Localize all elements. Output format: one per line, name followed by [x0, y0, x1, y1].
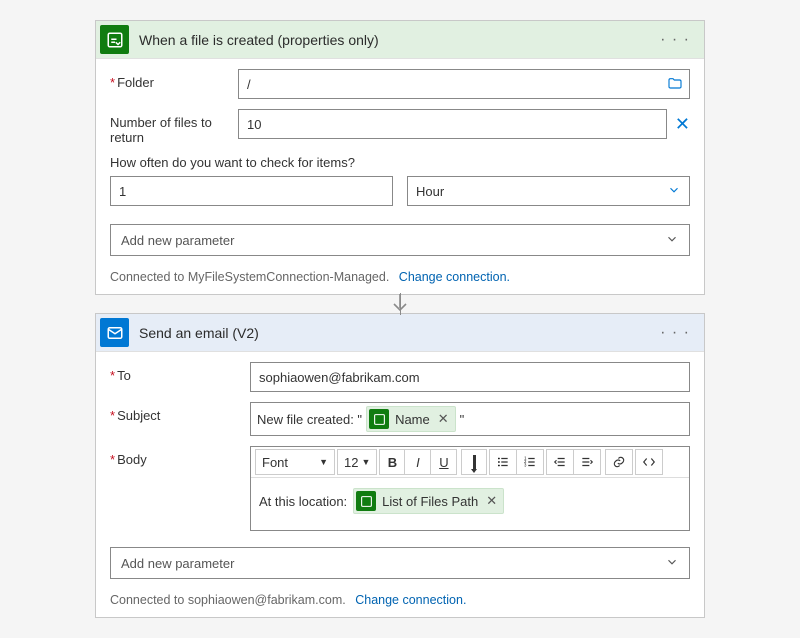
- outdent-button[interactable]: [546, 449, 574, 475]
- trigger-footer: Connected to MyFileSystemConnection-Mana…: [96, 264, 704, 294]
- folder-input[interactable]: [238, 69, 690, 99]
- token-list-of-files-path[interactable]: List of Files Path ✕: [353, 488, 504, 514]
- font-select[interactable]: Font▼: [255, 449, 335, 475]
- action-header: Send an email (V2) · · ·: [96, 314, 704, 352]
- action-add-parameter[interactable]: Add new parameter: [110, 547, 690, 579]
- trigger-card: When a file is created (properties only)…: [95, 20, 705, 295]
- folder-picker-icon[interactable]: [666, 75, 684, 93]
- trigger-change-connection-link[interactable]: Change connection.: [399, 270, 510, 284]
- subject-input[interactable]: New file created: " Name ✕ ": [250, 402, 690, 436]
- trigger-add-parameter[interactable]: Add new parameter: [110, 224, 690, 256]
- link-button[interactable]: [605, 449, 633, 475]
- code-view-button[interactable]: [635, 449, 663, 475]
- action-change-connection-link[interactable]: Change connection.: [355, 593, 466, 607]
- action-title: Send an email (V2): [139, 325, 656, 341]
- chevron-down-icon: [665, 232, 679, 249]
- indent-button[interactable]: [574, 449, 601, 475]
- underline-button[interactable]: U: [431, 449, 457, 475]
- remove-token-icon[interactable]: ✕: [438, 411, 449, 427]
- highlight-button[interactable]: [461, 449, 487, 475]
- action-menu-button[interactable]: · · ·: [656, 324, 694, 342]
- chevron-down-icon: [667, 183, 681, 200]
- filesystem-icon: [369, 409, 389, 429]
- to-label: *To: [110, 362, 250, 383]
- rte-toolbar: Font▼ 12▼ B I U: [251, 447, 689, 478]
- clear-numfiles-button[interactable]: ✕: [675, 115, 690, 133]
- flow-arrow: [95, 295, 705, 313]
- number-list-button[interactable]: 123: [517, 449, 544, 475]
- chevron-down-icon: [665, 555, 679, 572]
- filesystem-icon: [356, 491, 376, 511]
- trigger-title: When a file is created (properties only): [139, 32, 656, 48]
- numfiles-label: Number of files to return: [110, 109, 238, 145]
- to-input[interactable]: [250, 362, 690, 392]
- body-editor[interactable]: Font▼ 12▼ B I U: [250, 446, 690, 531]
- body-label: *Body: [110, 446, 250, 467]
- bullet-list-button[interactable]: [489, 449, 517, 475]
- action-footer: Connected to sophiaowen@fabrikam.com. Ch…: [96, 587, 704, 617]
- folder-label: *Folder: [110, 69, 238, 90]
- remove-token-icon[interactable]: ✕: [486, 493, 497, 509]
- subject-label: *Subject: [110, 402, 250, 423]
- svg-text:3: 3: [525, 463, 528, 468]
- filesystem-icon: [100, 25, 129, 54]
- italic-button[interactable]: I: [405, 449, 431, 475]
- trigger-menu-button[interactable]: · · ·: [656, 31, 694, 49]
- unit-value: Hour: [416, 184, 444, 199]
- body-content[interactable]: At this location: List of Files Path ✕: [251, 478, 689, 530]
- poll-label: How often do you want to check for items…: [110, 155, 690, 170]
- interval-input[interactable]: [110, 176, 393, 206]
- outlook-icon: [100, 318, 129, 347]
- size-select[interactable]: 12▼: [337, 449, 377, 475]
- action-card: Send an email (V2) · · · *To *Subject Ne…: [95, 313, 705, 618]
- token-name[interactable]: Name ✕: [366, 406, 456, 432]
- trigger-header: When a file is created (properties only)…: [96, 21, 704, 59]
- unit-select[interactable]: Hour: [407, 176, 690, 206]
- bold-button[interactable]: B: [379, 449, 405, 475]
- numfiles-input[interactable]: [238, 109, 667, 139]
